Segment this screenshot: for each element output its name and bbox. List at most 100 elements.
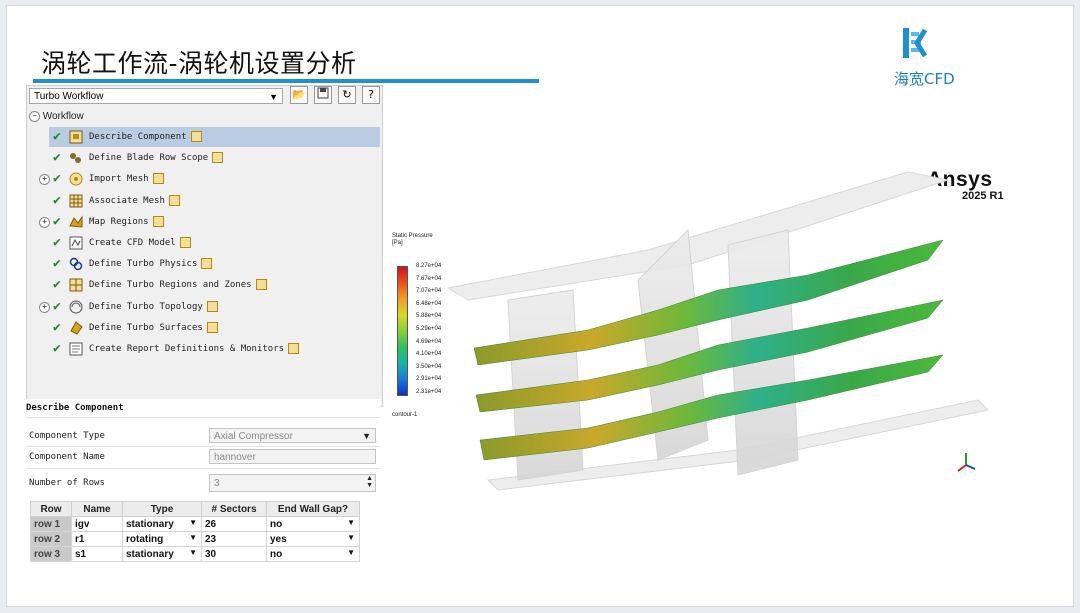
workflow-item-label: Define Turbo Physics bbox=[89, 254, 213, 274]
workflow-item[interactable]: ✔ Define Blade Row Scope bbox=[49, 148, 380, 168]
workflow-item-label: Define Turbo Topology bbox=[89, 297, 218, 317]
row-type-select[interactable]: stationary ▼ bbox=[122, 516, 202, 532]
end-wall-gap-select[interactable]: yes ▼ bbox=[266, 531, 360, 547]
row-type-select[interactable]: stationary ▼ bbox=[122, 546, 202, 562]
logo-text: 海宽CFD bbox=[894, 70, 955, 88]
table-row: row 1 igv stationary ▼ 26 no ▼ bbox=[30, 516, 360, 532]
workflow-item-text: Define Blade Row Scope bbox=[89, 153, 209, 164]
component-type-select[interactable]: Axial Compressor ▼ bbox=[209, 428, 376, 443]
sectors-cell[interactable]: 30 bbox=[201, 546, 267, 562]
number-of-rows-stepper[interactable]: 3 ▲ ▼ bbox=[209, 474, 376, 492]
check-icon: ✔ bbox=[53, 171, 61, 187]
workflow-item[interactable]: ✔ Create CFD Model bbox=[49, 233, 380, 253]
row-header: row 1 bbox=[30, 516, 72, 532]
open-folder-icon[interactable]: 📂 bbox=[290, 86, 308, 104]
topology-icon bbox=[69, 300, 83, 314]
cfd-viewport[interactable] bbox=[388, 160, 988, 500]
table-header: Name bbox=[71, 501, 123, 517]
expand-icon[interactable]: + bbox=[39, 216, 50, 228]
chevron-down-icon: ▼ bbox=[362, 431, 371, 441]
chevron-down-icon: ▼ bbox=[269, 92, 278, 102]
check-icon: ✔ bbox=[53, 150, 61, 166]
component-type-value: Axial Compressor bbox=[214, 431, 293, 442]
check-icon: ✔ bbox=[53, 341, 61, 356]
workflow-root-label: Workflow bbox=[42, 111, 84, 123]
divider bbox=[26, 417, 381, 418]
workflow-item-label: Associate Mesh bbox=[89, 191, 180, 211]
check-icon: ✔ bbox=[53, 277, 61, 293]
component-name-value: hannover bbox=[214, 452, 256, 463]
table-cell-text: 26 bbox=[205, 518, 217, 530]
save-icon bbox=[152, 173, 164, 185]
workflow-item[interactable]: + ✔ Import Mesh bbox=[39, 169, 380, 189]
chevron-down-icon: ▼ bbox=[189, 518, 197, 527]
chevron-down-icon: ▼ bbox=[347, 518, 355, 527]
row-name-cell[interactable]: igv bbox=[71, 516, 123, 532]
workflow-item-text: Define Turbo Physics bbox=[89, 259, 198, 270]
refresh-icon[interactable]: ↻ bbox=[338, 86, 356, 104]
physics-icon bbox=[69, 257, 83, 271]
table-cell-text: yes bbox=[270, 533, 287, 545]
workflow-item[interactable]: ✔ Define Turbo Physics bbox=[49, 254, 380, 274]
collapse-icon[interactable]: − bbox=[29, 111, 40, 122]
row-type-select[interactable]: rotating ▼ bbox=[122, 531, 202, 547]
regions-zones-icon bbox=[69, 278, 83, 292]
workflow-item[interactable]: ✔ Describe Component bbox=[49, 127, 380, 147]
row-name-cell[interactable]: r1 bbox=[71, 531, 123, 547]
component-name-input[interactable]: hannover bbox=[209, 449, 376, 464]
check-icon: ✔ bbox=[53, 192, 61, 208]
end-wall-gap-select[interactable]: no ▼ bbox=[266, 516, 360, 532]
workflow-item-label: Create CFD Model bbox=[89, 233, 191, 253]
table-row: row 2 r1 rotating ▼ 23 yes ▼ bbox=[30, 531, 360, 547]
end-wall-gap-select[interactable]: no ▼ bbox=[266, 546, 360, 562]
title-underline bbox=[33, 79, 539, 83]
component-name-label: Component Name bbox=[29, 452, 105, 462]
workflow-selector[interactable]: Turbo Workflow ▼ bbox=[29, 88, 283, 104]
workflow-item-text: Create Report Definitions & Monitors bbox=[89, 344, 285, 354]
workflow-item[interactable]: ✔ Define Turbo Regions and Zones bbox=[49, 275, 380, 295]
row-name-cell[interactable]: s1 bbox=[71, 546, 123, 562]
component-type-label: Component Type bbox=[29, 431, 105, 441]
number-of-rows-value: 3 bbox=[214, 478, 220, 489]
sectors-cell[interactable]: 23 bbox=[201, 531, 267, 547]
stepper-arrows-icon[interactable]: ▲ ▼ bbox=[366, 475, 373, 489]
slide-title: 涡轮工作流-涡轮机设置分析 bbox=[41, 49, 357, 78]
workflow-item[interactable]: + ✔ Define Turbo Topology bbox=[39, 297, 380, 317]
workflow-item[interactable]: ✔ Define Turbo Surfaces bbox=[49, 318, 380, 338]
workflow-panel: Turbo Workflow ▼ 📂 ↻ ? − Workflow ✔ Descr… bbox=[26, 85, 383, 407]
workflow-item[interactable]: ✔ Create Report Definitions & Monitors bbox=[49, 339, 380, 359]
workflow-item-text: Define Turbo Topology bbox=[89, 301, 203, 312]
check-icon: ✔ bbox=[53, 213, 61, 229]
casing-surface bbox=[446, 171, 950, 301]
row-header: row 3 bbox=[30, 546, 72, 562]
workflow-root[interactable]: − Workflow bbox=[29, 111, 84, 122]
table-header: # Sectors bbox=[201, 501, 267, 517]
save-icon bbox=[206, 300, 218, 312]
table-cell-text: stationary bbox=[126, 518, 174, 530]
save-icon[interactable] bbox=[314, 86, 332, 104]
describe-title: Describe Component bbox=[26, 403, 124, 413]
table-header: Row bbox=[30, 501, 72, 517]
expand-icon[interactable]: + bbox=[39, 174, 50, 186]
divider bbox=[26, 446, 381, 447]
table-cell-text: row 1 bbox=[34, 518, 61, 530]
table-cell-text: 30 bbox=[205, 548, 217, 560]
check-icon: ✔ bbox=[53, 256, 61, 272]
sectors-cell[interactable]: 26 bbox=[201, 516, 267, 532]
workflow-item[interactable]: + ✔ Map Regions bbox=[39, 212, 380, 232]
workflow-item[interactable]: ✔ Associate Mesh bbox=[49, 191, 380, 211]
number-of-rows-label: Number of Rows bbox=[29, 478, 105, 488]
workflow-item-label: Import Mesh bbox=[89, 169, 164, 189]
save-icon bbox=[190, 131, 202, 142]
workflow-item-label: Define Turbo Surfaces bbox=[89, 318, 218, 338]
component-icon bbox=[69, 130, 83, 144]
help-icon[interactable]: ? bbox=[362, 86, 380, 104]
report-icon bbox=[69, 342, 83, 356]
expand-icon[interactable]: + bbox=[39, 301, 50, 313]
table-cell-text: s1 bbox=[75, 548, 87, 560]
axis-triad-icon bbox=[957, 453, 976, 472]
check-icon: ✔ bbox=[53, 235, 61, 250]
divider bbox=[26, 468, 381, 469]
blade-row-icon bbox=[69, 151, 83, 165]
mesh-import-icon bbox=[69, 172, 83, 186]
